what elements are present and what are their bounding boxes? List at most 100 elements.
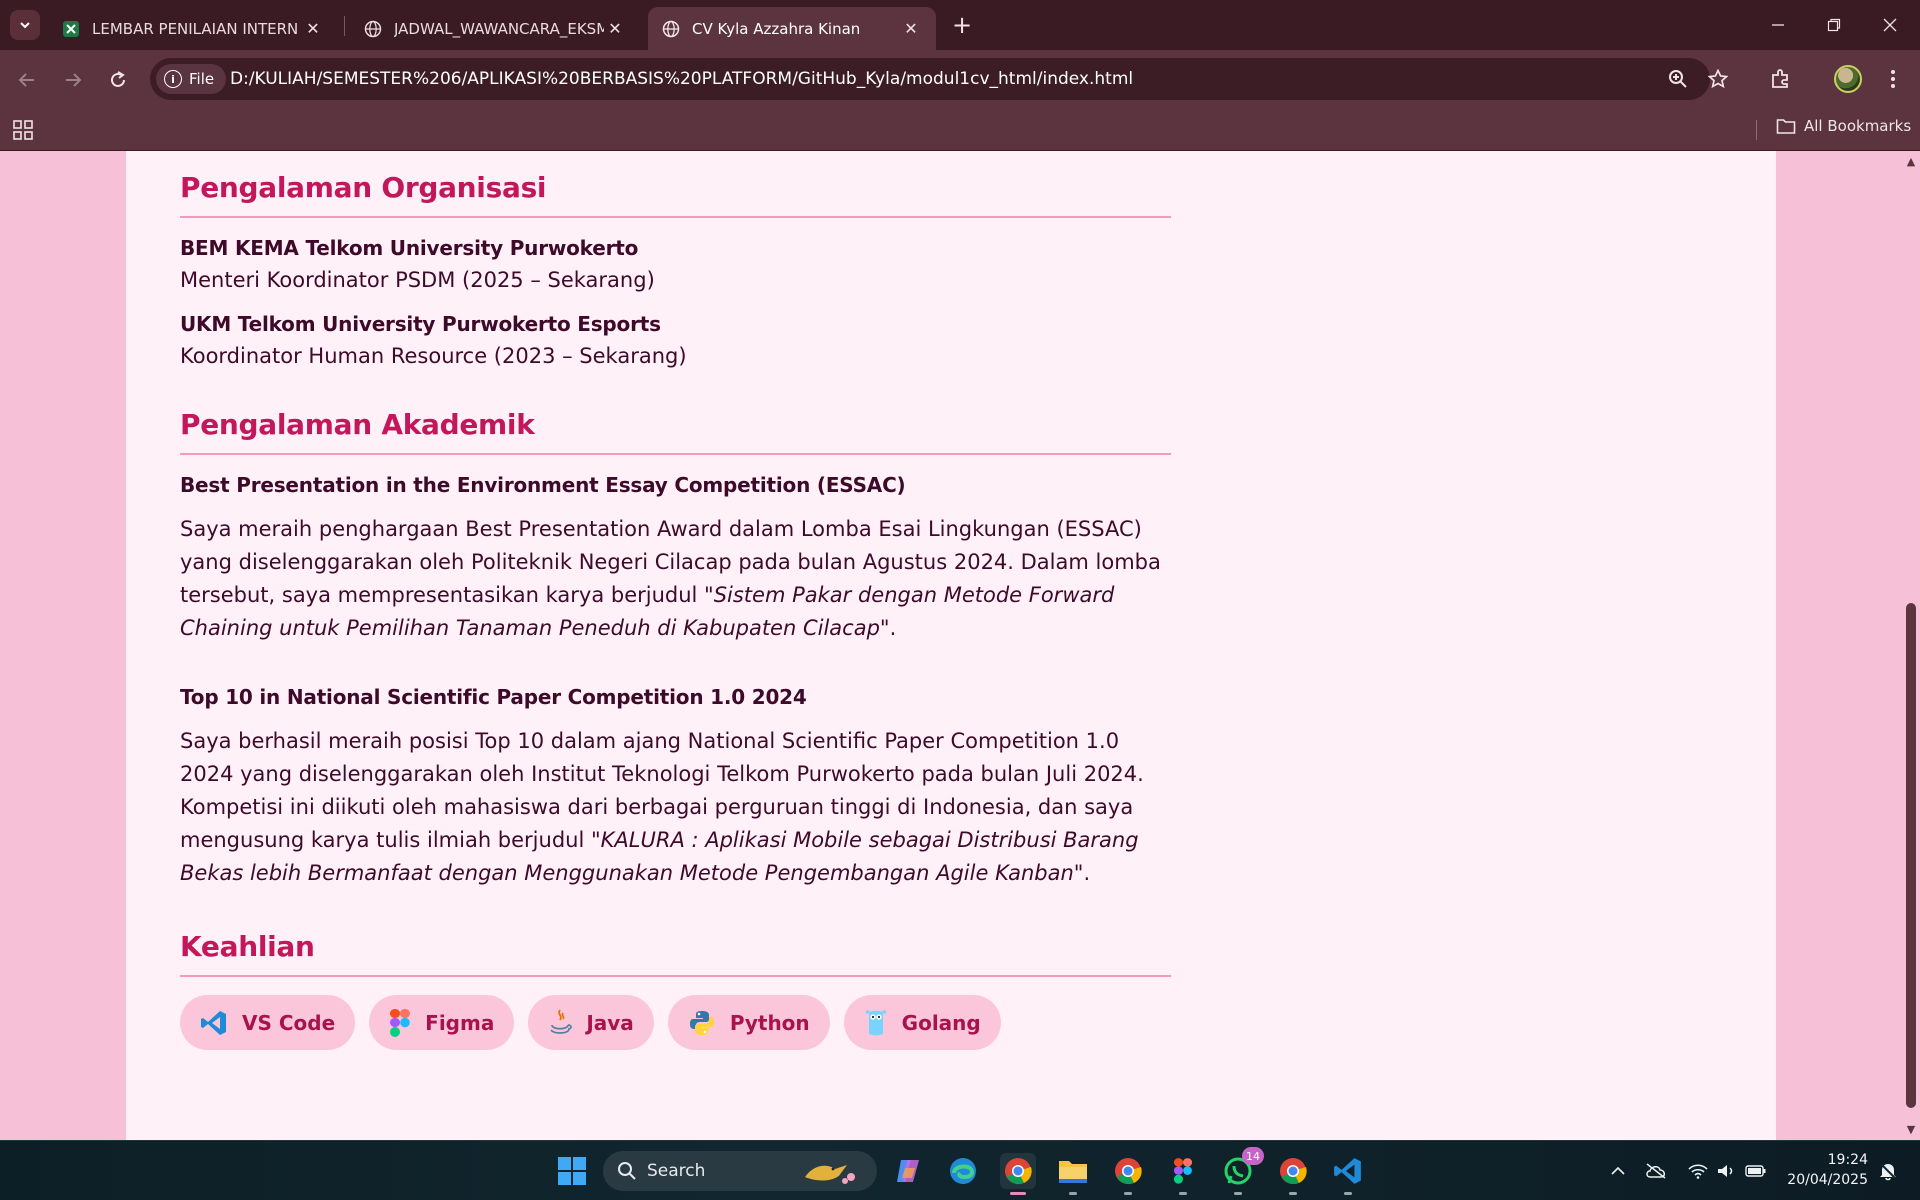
vscode-icon <box>201 1010 226 1035</box>
skill-badge-python: Python <box>667 995 830 1050</box>
start-button[interactable] <box>554 1153 590 1189</box>
minimize-icon <box>1772 24 1784 26</box>
apps-grid-icon[interactable] <box>13 120 33 140</box>
folder-icon <box>1776 119 1796 134</box>
folder-icon <box>1059 1161 1087 1183</box>
vscode-icon <box>1334 1158 1361 1184</box>
forward-button[interactable] <box>58 65 88 95</box>
notification-bell-icon[interactable] <box>1876 1159 1900 1183</box>
taskbar-copilot[interactable] <box>890 1153 926 1189</box>
new-tab-button[interactable]: + <box>948 11 976 39</box>
all-bookmarks-label: All Bookmarks <box>1804 117 1912 135</box>
skill-badge-java: Java <box>528 995 654 1050</box>
skill-label: VS Code <box>242 1010 336 1035</box>
taskbar-figma[interactable] <box>1165 1153 1201 1195</box>
skill-badge-figma: Figma <box>369 995 515 1050</box>
description-end: . <box>889 616 897 640</box>
taskbar-chrome-active[interactable] <box>1000 1153 1036 1195</box>
taskbar-search[interactable]: Search <box>603 1151 877 1191</box>
running-indicator <box>1010 1192 1026 1195</box>
close-window-button[interactable] <box>1862 0 1918 50</box>
windows-taskbar: Search 14 19:24 20/04/2025 <box>0 1140 1920 1200</box>
python-icon <box>689 1010 714 1035</box>
wifi-icon[interactable] <box>1686 1159 1710 1183</box>
close-icon <box>1883 18 1897 32</box>
taskbar-clock[interactable]: 19:24 20/04/2025 <box>1778 1150 1868 1190</box>
section-title: Pengalaman Akademik <box>180 408 1171 455</box>
taskbar-chrome-2[interactable] <box>1110 1153 1146 1195</box>
arrow-right-icon <box>66 73 82 87</box>
tab-cv-kyla[interactable]: CV Kyla Azzahra Kinan ✕ <box>648 7 936 50</box>
site-info-chip[interactable]: i File <box>156 64 227 94</box>
taskbar-vscode[interactable] <box>1330 1153 1366 1195</box>
scheme-label: File <box>189 70 215 88</box>
cv-card: Pengalaman Organisasi BEM KEMA Telkom Un… <box>126 151 1776 1140</box>
zoom-icon[interactable] <box>1666 67 1690 91</box>
volume-icon[interactable] <box>1714 1159 1738 1183</box>
org-role: Menteri Koordinator PSDM (2025 – Sekaran… <box>180 268 655 292</box>
search-icon <box>618 1162 636 1180</box>
achievement-item: Best Presentation in the Environment Ess… <box>180 473 1171 645</box>
skill-label: Golang <box>901 1010 981 1035</box>
browser-toolbar: i File D:/KULIAH/SEMESTER%206/APLIKASI%2… <box>0 50 1920 108</box>
tray-overflow-chevron-icon[interactable] <box>1606 1159 1630 1183</box>
taskbar-file-explorer[interactable] <box>1055 1153 1091 1195</box>
notification-badge: 14 <box>1242 1147 1264 1165</box>
edge-icon <box>950 1158 976 1184</box>
url-text[interactable]: D:/KULIAH/SEMESTER%206/APLIKASI%20BERBAS… <box>230 69 1133 89</box>
section-title: Keahlian <box>180 930 1171 977</box>
tab-separator <box>344 16 345 36</box>
battery-icon[interactable] <box>1744 1159 1768 1183</box>
chrome-icon <box>1280 1158 1307 1185</box>
onedrive-offline-icon[interactable] <box>1644 1159 1668 1183</box>
running-indicator <box>1344 1192 1352 1195</box>
extensions-icon[interactable] <box>1766 64 1796 94</box>
close-tab-icon[interactable]: ✕ <box>604 18 626 40</box>
bookmarks-separator <box>1756 120 1757 140</box>
taskbar-chrome-3[interactable] <box>1275 1153 1311 1195</box>
bird-illustration-icon <box>805 1165 855 1184</box>
close-tab-icon[interactable]: ✕ <box>302 18 324 40</box>
restore-button[interactable] <box>1806 0 1862 50</box>
minimize-button[interactable] <box>1750 0 1806 50</box>
scrollbar-thumb[interactable] <box>1906 603 1916 1108</box>
chrome-icon <box>1115 1158 1142 1185</box>
skills-list: VS Code Figma Java Python Golang <box>180 995 1171 1050</box>
back-button[interactable] <box>12 65 42 95</box>
close-tab-icon[interactable]: ✕ <box>900 18 922 40</box>
profile-avatar[interactable] <box>1834 65 1862 93</box>
scroll-down-arrow-icon[interactable]: ▼ <box>1905 1123 1917 1136</box>
description-end: . <box>1083 861 1091 885</box>
reload-button[interactable] <box>103 65 133 95</box>
org-role: Koordinator Human Resource (2023 – Sekar… <box>180 344 687 368</box>
globe-icon <box>364 20 382 37</box>
all-bookmarks-button[interactable]: All Bookmarks <box>1776 117 1911 135</box>
achievement-title: Best Presentation in the Environment Ess… <box>180 473 906 497</box>
org-item: UKM Telkom University Purwokerto Esports… <box>180 312 1171 368</box>
org-name: BEM KEMA Telkom University Purwokerto <box>180 236 639 260</box>
org-item: BEM KEMA Telkom University Purwokerto Me… <box>180 236 1171 292</box>
search-label: Search <box>647 1161 706 1181</box>
page-viewport: Pengalaman Organisasi BEM KEMA Telkom Un… <box>0 151 1902 1140</box>
running-indicator <box>1289 1192 1297 1195</box>
tab-jadwal-wawancara[interactable]: JADWAL_WAWANCARA_EKSMU ✕ <box>350 7 640 50</box>
tab-lembar-penilaian[interactable]: LEMBAR PENILAIAN INTERN BE ✕ <box>48 7 338 50</box>
running-indicator <box>1124 1192 1132 1195</box>
page-scrollbar[interactable]: ▲ ▼ <box>1902 151 1920 1140</box>
address-bar[interactable]: i File D:/KULIAH/SEMESTER%206/APLIKASI%2… <box>150 58 1728 100</box>
scroll-up-arrow-icon[interactable]: ▲ <box>1905 155 1917 168</box>
chevron-down-icon <box>20 22 30 29</box>
bookmark-star-icon[interactable] <box>1706 67 1730 91</box>
more-menu-icon[interactable] <box>1878 64 1908 94</box>
achievement-description: Saya meraih penghargaan Best Presentatio… <box>180 513 1171 645</box>
arrow-left-icon <box>18 73 34 87</box>
chrome-icon <box>1005 1158 1032 1185</box>
running-indicator <box>1234 1192 1242 1195</box>
cv-content: Pengalaman Organisasi BEM KEMA Telkom Un… <box>180 171 1171 1050</box>
skill-label: Python <box>729 1010 810 1035</box>
taskbar-whatsapp[interactable]: 14 <box>1220 1147 1264 1195</box>
skill-label: Java <box>586 1010 634 1035</box>
figma-icon <box>390 1008 411 1037</box>
taskbar-edge[interactable] <box>945 1153 981 1189</box>
tab-search-button[interactable] <box>10 10 40 40</box>
